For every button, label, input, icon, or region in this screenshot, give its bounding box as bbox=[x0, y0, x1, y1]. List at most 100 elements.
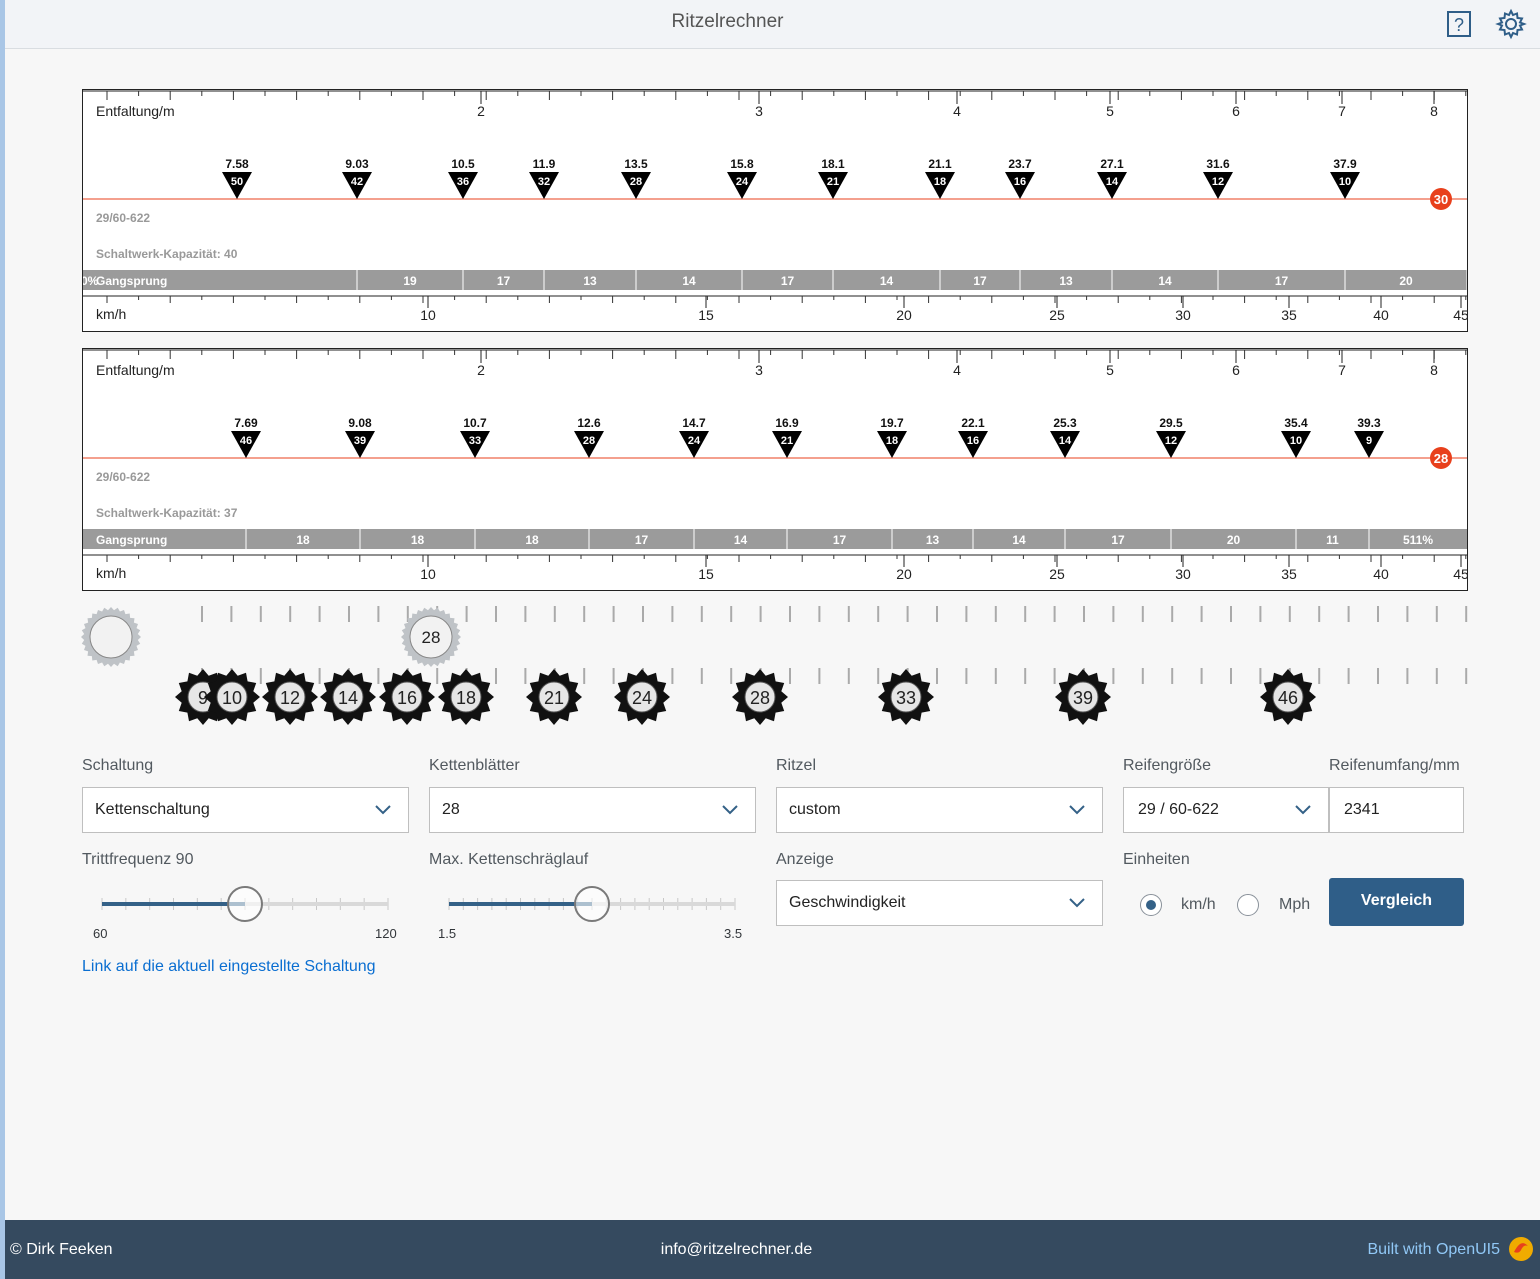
gear-development-label: 9.03 bbox=[345, 157, 369, 171]
gangsprung-bar bbox=[83, 270, 1467, 290]
capacity-label: Schaltwerk-Kapazität: 37 bbox=[96, 506, 238, 520]
gear-teeth-label: 10 bbox=[1339, 176, 1351, 188]
svg-text:?: ? bbox=[1454, 15, 1464, 35]
gear-icon[interactable] bbox=[1495, 8, 1527, 40]
gangsprung-value: 11 bbox=[1326, 533, 1339, 547]
entfaltung-tick-label: 2 bbox=[477, 103, 485, 119]
gangsprung-value: 14 bbox=[880, 274, 894, 288]
gear-development-label: 9.08 bbox=[348, 416, 372, 430]
speed-axis-label: km/h bbox=[96, 565, 126, 581]
gear-teeth-label: 9 bbox=[1366, 435, 1372, 447]
gear-development-label: 10.7 bbox=[463, 416, 487, 430]
kettenblaetter-value: 28 bbox=[442, 801, 460, 818]
entfaltung-tick-label: 5 bbox=[1106, 103, 1114, 119]
footer-email[interactable]: info@ritzelrechner.de bbox=[5, 1241, 1468, 1259]
sprocket-label: 16 bbox=[397, 688, 417, 708]
kmh-radio-label: km/h bbox=[1181, 896, 1216, 913]
gangsprung-value: 14 bbox=[1158, 274, 1172, 288]
anzeige-select[interactable]: Geschwindigkeit bbox=[776, 880, 1103, 926]
help-icon[interactable]: ? bbox=[1443, 8, 1475, 40]
gangsprung-value: 20 bbox=[1399, 274, 1413, 288]
gangsprung-value: 18 bbox=[296, 533, 310, 547]
sprocket-label: 18 bbox=[456, 688, 476, 708]
gangsprung-value: 17 bbox=[833, 533, 847, 547]
kmh-radio[interactable] bbox=[1140, 894, 1162, 916]
gear-teeth-label: 39 bbox=[354, 435, 366, 447]
entfaltung-tick-label: 6 bbox=[1232, 103, 1240, 119]
gangsprung-value: 18 bbox=[411, 533, 425, 547]
speed-tick-label: 20 bbox=[896, 307, 912, 323]
gear-teeth-label: 28 bbox=[630, 176, 642, 188]
gear-teeth-label: 36 bbox=[457, 176, 469, 188]
trittfrequenz-slider[interactable]: 60 120 bbox=[82, 884, 409, 944]
mph-radio[interactable] bbox=[1237, 894, 1259, 916]
gear-development-label: 25.3 bbox=[1053, 416, 1077, 430]
entfaltung-axis-label: Entfaltung/m bbox=[96, 362, 175, 378]
speed-tick-label: 30 bbox=[1175, 307, 1191, 323]
speed-tick-label: 15 bbox=[698, 307, 714, 323]
schaltung-link[interactable]: Link auf die aktuell eingestellte Schalt… bbox=[82, 958, 376, 976]
gear-development-label: 19.7 bbox=[880, 416, 904, 430]
entfaltung-tick-label: 2 bbox=[477, 362, 485, 378]
gangsprung-value: 17 bbox=[973, 274, 987, 288]
openui5-logo-icon bbox=[1509, 1237, 1533, 1261]
speed-tick-label: 10 bbox=[420, 307, 436, 323]
vergleich-button[interactable]: Vergleich bbox=[1329, 878, 1464, 926]
chainring-badge-label: 28 bbox=[1434, 451, 1448, 466]
gangsprung-value: 14 bbox=[734, 533, 748, 547]
reifenumfang-input[interactable]: 2341 bbox=[1329, 787, 1464, 833]
gear-development-label: 21.1 bbox=[928, 157, 952, 171]
gear-teeth-label: 24 bbox=[736, 176, 749, 188]
gangsprung-value: 20 bbox=[1227, 533, 1241, 547]
gear-teeth-label: 50 bbox=[231, 176, 243, 188]
gear-development-label: 31.6 bbox=[1206, 157, 1230, 171]
speed-tick-label: 30 bbox=[1175, 566, 1191, 582]
entfaltung-axis-label: Entfaltung/m bbox=[96, 103, 175, 119]
gear-teeth-label: 12 bbox=[1212, 176, 1224, 188]
sprocket-label: 14 bbox=[338, 688, 358, 708]
gear-teeth-label: 32 bbox=[538, 176, 550, 188]
chevron-down-icon bbox=[375, 805, 391, 815]
footer-built-link[interactable]: Built with OpenUI5 bbox=[1367, 1241, 1500, 1259]
gear-teeth-label: 24 bbox=[688, 435, 701, 447]
ritzel-select[interactable]: custom bbox=[776, 787, 1103, 833]
speed-tick-label: 45 bbox=[1453, 566, 1467, 582]
speed-tick-label: 35 bbox=[1281, 566, 1297, 582]
gangsprung-label: Gangsprung bbox=[96, 533, 167, 547]
sprocket-label: 33 bbox=[896, 688, 916, 708]
gear-development-label: 7.58 bbox=[225, 157, 249, 171]
sprocket-label: 21 bbox=[544, 688, 564, 708]
kettenschraeglauf-slider[interactable]: 1.5 3.5 bbox=[429, 884, 756, 944]
ritzel-label: Ritzel bbox=[776, 757, 817, 774]
mph-radio-label: Mph bbox=[1279, 896, 1311, 913]
entfaltung-tick-label: 3 bbox=[755, 362, 763, 378]
gear-development-label: 35.4 bbox=[1284, 416, 1308, 430]
gangsprung-bar bbox=[83, 529, 1467, 549]
trittfrequenz-max: 120 bbox=[375, 926, 397, 941]
gangsprung-value: 18 bbox=[525, 533, 539, 547]
gangsprung-value: 13 bbox=[926, 533, 940, 547]
trittfrequenz-min: 60 bbox=[93, 926, 108, 941]
gangsprung-value: 13 bbox=[583, 274, 597, 288]
gear-teeth-label: 21 bbox=[781, 435, 793, 447]
schaltung-select[interactable]: Kettenschaltung bbox=[82, 787, 409, 833]
anzeige-value: Geschwindigkeit bbox=[789, 894, 906, 911]
gangsprung-value: 19 bbox=[403, 274, 417, 288]
kettenblaetter-select[interactable]: 28 bbox=[429, 787, 756, 833]
reifengroesse-select[interactable]: 29 / 60-622 bbox=[1123, 787, 1329, 833]
footer: © Dirk Feeken info@ritzelrechner.de Buil… bbox=[5, 1220, 1540, 1279]
gear-teeth-label: 28 bbox=[583, 435, 595, 447]
slider-handle[interactable] bbox=[227, 886, 263, 922]
gear-development-label: 29.5 bbox=[1159, 416, 1183, 430]
chevron-down-icon bbox=[1069, 805, 1085, 815]
entfaltung-tick-label: 5 bbox=[1106, 362, 1114, 378]
gear-teeth-label: 46 bbox=[240, 435, 252, 447]
gangsprung-value: 17 bbox=[1111, 533, 1125, 547]
slider-handle[interactable] bbox=[574, 886, 610, 922]
gangsprung-value: 13 bbox=[1059, 274, 1073, 288]
entfaltung-tick-label: 7 bbox=[1338, 103, 1346, 119]
speed-tick-label: 45 bbox=[1453, 307, 1467, 323]
gear-teeth-label: 33 bbox=[469, 435, 481, 447]
speed-tick-label: 25 bbox=[1049, 566, 1065, 582]
gear-chart-1: Entfaltung/m 2 3 4 5 6 7 8 7.58 50 9.03 42 10.5 36 11.… bbox=[82, 89, 1468, 332]
